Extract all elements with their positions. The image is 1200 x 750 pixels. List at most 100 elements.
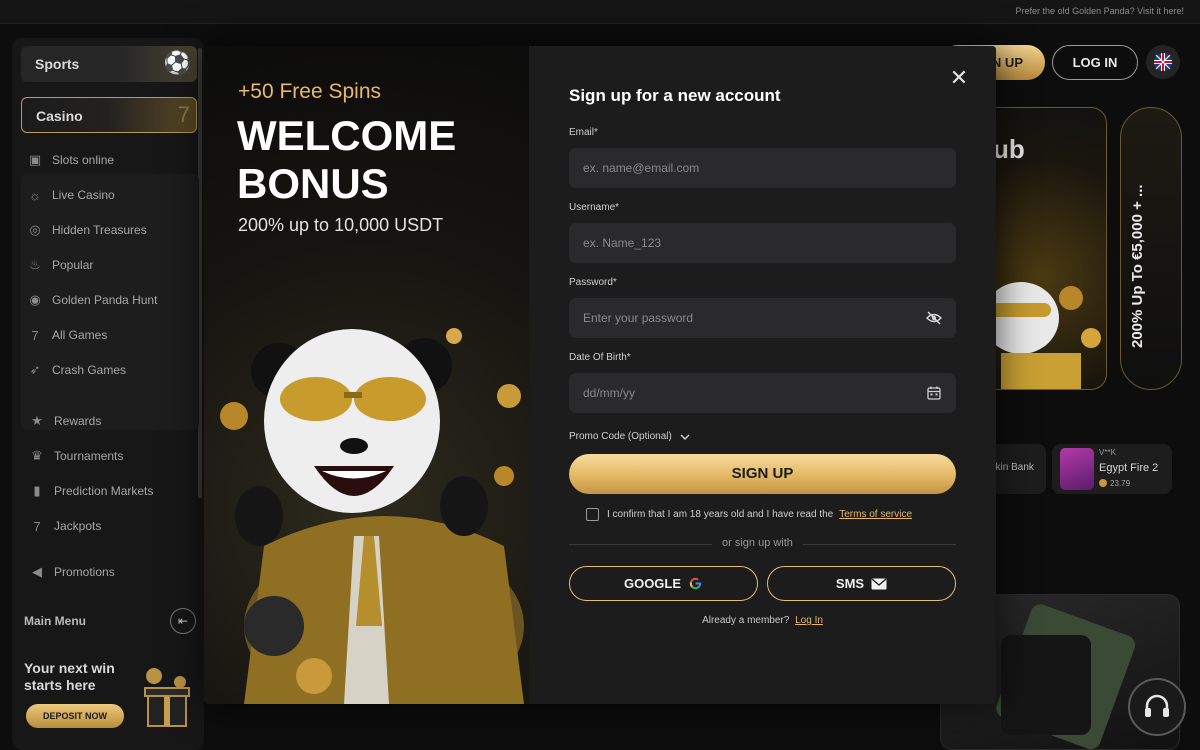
- password-placeholder: Enter your password: [583, 311, 694, 325]
- email-field[interactable]: ex. name@email.com: [569, 148, 956, 188]
- panda-icon: ◉: [29, 292, 41, 307]
- support-headset-icon[interactable]: [1128, 678, 1186, 736]
- sidebar-item-promotions[interactable]: ◀ Promotions: [28, 562, 115, 582]
- megaphone-icon: ◀: [32, 564, 42, 579]
- sidebar: Sports ⚽ Casino 7 ▣ Slots online ☼ Live Ca…: [12, 38, 204, 750]
- bar-chart-icon: ▮: [33, 483, 41, 498]
- password-field[interactable]: Enter your password: [569, 298, 956, 338]
- sidebar-promo-line: Your next win: [24, 660, 115, 676]
- game-name: okin Bank: [990, 462, 1034, 473]
- google-label: GOOGLE: [623, 576, 682, 591]
- sidebar-item-popular[interactable]: ♨ Popular: [26, 255, 93, 275]
- welcome-bonus-title: WELCOME BONUS: [237, 112, 517, 208]
- top-bar: Prefer the old Golden Panda? Visit it he…: [0, 0, 1200, 24]
- welcome-title-line: WELCOME: [237, 112, 457, 159]
- username-field[interactable]: ex. Name_123: [569, 223, 956, 263]
- form-title: Sign up for a new account: [569, 86, 781, 105]
- seven-icon: 7: [31, 327, 39, 343]
- headset-icon: [1145, 694, 1169, 717]
- sms-signup-button[interactable]: SMS: [767, 566, 956, 601]
- google-signup-button[interactable]: GOOGLE: [569, 566, 758, 601]
- sidebar-item-all-games[interactable]: 7 All Games: [26, 325, 107, 345]
- sidebar-item-jackpots[interactable]: 7 Jackpots: [28, 516, 101, 536]
- sidebar-promo-line: starts here: [24, 677, 96, 693]
- sidebar-item-label: Prediction Markets: [54, 484, 154, 498]
- deposit-now-button[interactable]: DEPOSIT NOW: [26, 704, 124, 728]
- eye-off-icon[interactable]: [926, 310, 942, 326]
- uk-flag-icon: [1154, 53, 1172, 71]
- sidebar-tab-sports[interactable]: Sports ⚽: [21, 46, 197, 82]
- sidebar-item-rewards[interactable]: ★ Rewards: [28, 411, 101, 431]
- sidebar-item-crash-games[interactable]: ➶ Crash Games: [26, 360, 126, 380]
- sidebar-item-label: Tournaments: [54, 449, 124, 463]
- rocket-icon: ➶: [29, 362, 41, 377]
- slot-machine-icon: ▣: [28, 152, 42, 167]
- game-card[interactable]: V**K Egypt Fire 2 23.79: [1052, 444, 1172, 494]
- date-of-birth-field[interactable]: dd/mm/yy: [569, 373, 956, 413]
- treasure-icon: ◎: [29, 222, 41, 237]
- main-menu-label: Main Menu: [24, 614, 86, 628]
- sidebar-promo-text: Your next win starts here: [24, 660, 115, 694]
- google-icon: [689, 577, 702, 590]
- vertical-banner-text: 200% Up To €5,000 + ...: [1129, 184, 1146, 348]
- chevron-down-icon: [680, 433, 690, 440]
- game-name: Egypt Fire 2: [1099, 462, 1159, 474]
- sidebar-tab-label: Casino: [36, 108, 83, 124]
- vertical-promo-banner[interactable]: 200% Up To €5,000 + ...: [1120, 107, 1182, 390]
- coin-icon: [1099, 479, 1107, 487]
- seven-icon: 7: [33, 518, 41, 534]
- age-confirm-checkbox[interactable]: [586, 508, 599, 521]
- flame-icon: ♨: [29, 257, 41, 272]
- sidebar-item-hidden-treasures[interactable]: ◎ Hidden Treasures: [26, 220, 147, 240]
- promo-code-toggle[interactable]: Promo Code (Optional): [569, 431, 690, 442]
- welcome-bonus-panel: +50 Free Spins WELCOME BONUS 200% up to …: [204, 46, 529, 704]
- old-site-link[interactable]: Prefer the old Golden Panda? Visit it he…: [1016, 6, 1184, 16]
- sidebar-item-tournaments[interactable]: ♛ Tournaments: [28, 446, 123, 466]
- password-label: Password*: [569, 277, 617, 288]
- sidebar-item-label: Crash Games: [52, 363, 127, 377]
- slot-seven-icon: 7: [177, 102, 190, 127]
- sidebar-item-live-casino[interactable]: ☼ Live Casino: [26, 185, 115, 205]
- sidebar-item-label: Golden Panda Hunt: [52, 293, 158, 307]
- age-confirm-text: I confirm that I am 18 years old and I h…: [607, 509, 834, 520]
- header-login-button[interactable]: LOG IN: [1052, 45, 1138, 80]
- login-link[interactable]: Log In: [795, 615, 823, 626]
- email-label: Email*: [569, 127, 598, 138]
- bonus-subtitle: 200% up to 10,000 USDT: [238, 215, 444, 235]
- already-member-text: Already a member?: [702, 615, 790, 626]
- sidebar-item-prediction-markets[interactable]: ▮ Prediction Markets: [28, 481, 153, 501]
- age-confirmation: I confirm that I am 18 years old and I h…: [586, 508, 912, 521]
- sidebar-item-label: All Games: [52, 328, 108, 342]
- signup-submit-button[interactable]: SIGN UP: [569, 454, 956, 494]
- sidebar-item-label: Slots online: [52, 153, 115, 167]
- sidebar-item-label: Jackpots: [54, 519, 102, 533]
- signup-modal: +50 Free Spins WELCOME BONUS 200% up to …: [204, 46, 996, 704]
- panda-banner-image: [983, 282, 1101, 389]
- sidebar-item-golden-panda-hunt[interactable]: ◉ Golden Panda Hunt: [26, 290, 157, 310]
- calendar-icon[interactable]: [926, 385, 942, 401]
- sms-label: SMS: [835, 576, 865, 591]
- game-thumbnail: [1060, 448, 1094, 490]
- already-member-row: Already a member? Log In: [529, 615, 996, 626]
- panda-mascot-image: [220, 328, 524, 704]
- sidebar-item-label: Hidden Treasures: [52, 223, 147, 237]
- sidebar-item-label: Live Casino: [52, 188, 115, 202]
- sidebar-item-label: Promotions: [54, 565, 115, 579]
- language-flag-icon[interactable]: [1146, 45, 1180, 79]
- sidebar-item-slots-online[interactable]: ▣ Slots online: [26, 150, 114, 170]
- sidebar-item-label: Rewards: [54, 414, 102, 428]
- close-icon[interactable]: ✕: [947, 66, 971, 90]
- signup-form: ✕ Sign up for a new account Email* ex. n…: [529, 46, 996, 704]
- sidebar-tab-label: Sports: [35, 56, 80, 72]
- game-amount-value: 23.79: [1110, 479, 1131, 488]
- soccer-ball-icon: ⚽: [163, 50, 191, 75]
- or-signup-with-label: or sign up with: [712, 537, 803, 549]
- gift-box-icon: [144, 668, 190, 727]
- promo-code-label: Promo Code (Optional): [569, 431, 672, 442]
- banner-heading: ub: [993, 134, 1025, 164]
- envelope-icon: [871, 578, 887, 589]
- trophy-icon: ♛: [31, 448, 43, 463]
- collapse-sidebar-icon[interactable]: ⇤: [170, 608, 196, 634]
- sidebar-tab-casino[interactable]: Casino 7: [21, 97, 197, 133]
- terms-of-service-link[interactable]: Terms of service: [839, 509, 912, 520]
